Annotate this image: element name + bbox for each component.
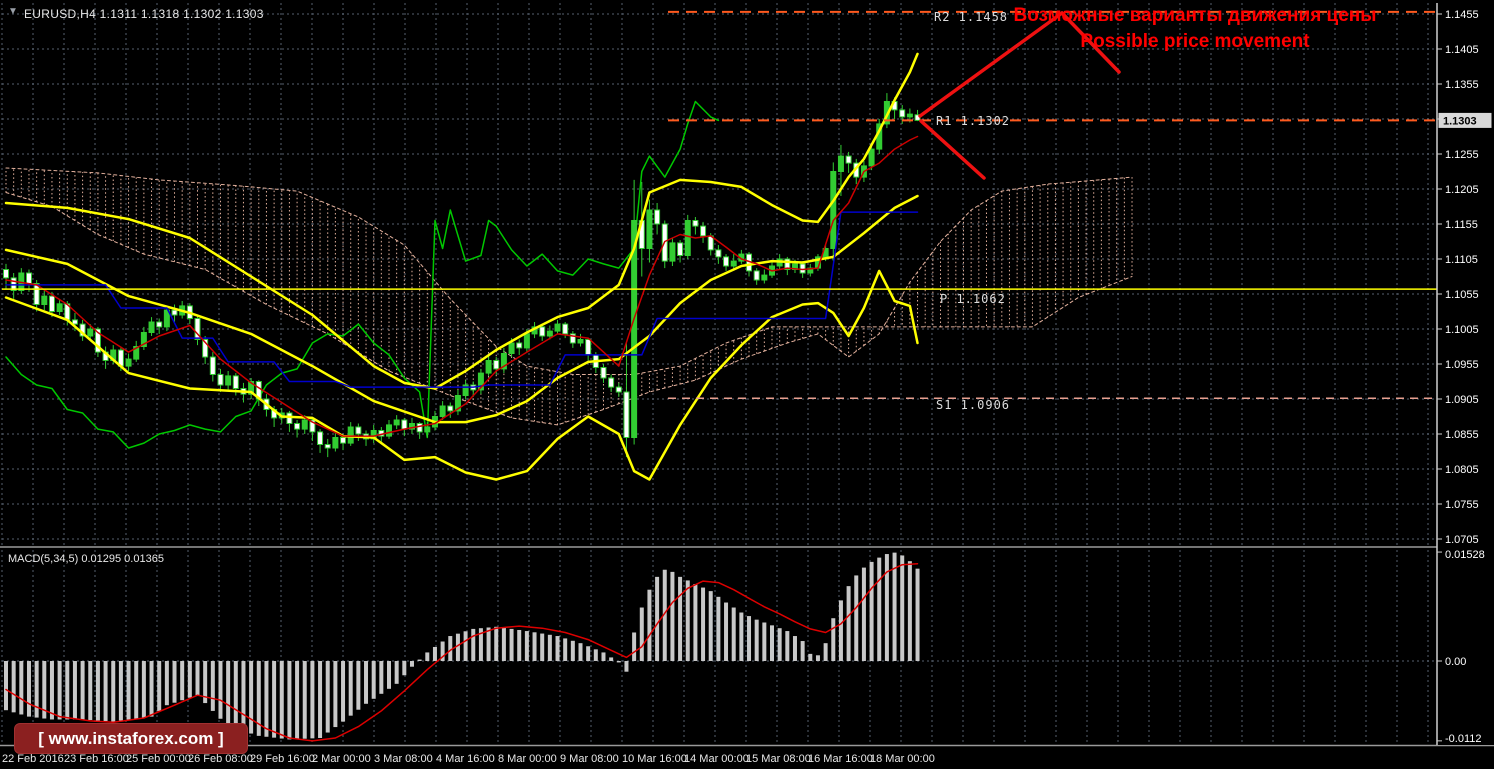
svg-text:1.0705: 1.0705	[1445, 534, 1479, 546]
svg-text:15 Mar 08:00: 15 Mar 08:00	[746, 753, 811, 765]
price-chart-canvas[interactable]: 1.1455 1.1405 1.1355 1.1255 1.1205 1.1155 1.11…	[0, 0, 1494, 769]
svg-text:1.0805: 1.0805	[1445, 464, 1479, 476]
svg-text:14 Mar 00:00: 14 Mar 00:00	[684, 753, 749, 765]
mt4-chart-window: 1.1455 1.1405 1.1355 1.1255 1.1205 1.1155 1.11…	[0, 0, 1494, 769]
pivot-p-label: P 1.1062	[940, 292, 1006, 306]
svg-text:10 Mar 16:00: 10 Mar 16:00	[622, 753, 687, 765]
annotation-russian: Возможные варианты движения цены	[1013, 5, 1377, 26]
pivot-r1-label: R1 1.1302	[936, 114, 1011, 128]
macd-indicator-label: MACD(5,34,5) 0.01295 0.01365	[8, 553, 164, 565]
svg-text:1.1105: 1.1105	[1445, 254, 1478, 266]
svg-text:1.0905: 1.0905	[1445, 394, 1479, 406]
svg-text:23 Feb 16:00: 23 Feb 16:00	[64, 753, 129, 765]
svg-text:8 Mar 00:00: 8 Mar 00:00	[498, 753, 557, 765]
svg-text:22 Feb 2016: 22 Feb 2016	[2, 753, 64, 765]
svg-text:1.1155: 1.1155	[1445, 219, 1478, 231]
svg-text:1.0955: 1.0955	[1445, 359, 1479, 371]
svg-text:18 Mar 00:00: 18 Mar 00:00	[870, 753, 935, 765]
svg-text:4 Mar 16:00: 4 Mar 16:00	[436, 753, 495, 765]
svg-text:25 Feb 00:00: 25 Feb 00:00	[126, 753, 191, 765]
pivot-r2-label: R2 1.1458	[934, 10, 1009, 24]
svg-text:29 Feb 16:00: 29 Feb 16:00	[250, 753, 315, 765]
svg-text:2 Mar 00:00: 2 Mar 00:00	[312, 753, 371, 765]
svg-text:1.1005: 1.1005	[1445, 324, 1479, 336]
svg-text:26 Feb 08:00: 26 Feb 08:00	[188, 753, 253, 765]
svg-text:1.1055: 1.1055	[1445, 289, 1479, 301]
svg-text:3 Mar 08:00: 3 Mar 08:00	[374, 753, 433, 765]
svg-text:0.00: 0.00	[1445, 656, 1466, 668]
svg-text:9 Mar 08:00: 9 Mar 08:00	[560, 753, 619, 765]
svg-text:1.1255: 1.1255	[1445, 149, 1479, 161]
svg-text:1.0855: 1.0855	[1445, 429, 1479, 441]
annotation-english: Possible price movement	[1080, 31, 1310, 52]
symbol-title: EURUSD,H4 1.1311 1.1318 1.1302 1.1303	[24, 7, 264, 21]
time-axis-labels: 22 Feb 2016 23 Feb 16:0025 Feb 00:0026 Fe…	[2, 753, 935, 765]
svg-text:1.1205: 1.1205	[1445, 184, 1479, 196]
svg-text:-0.0112: -0.0112	[1445, 733, 1482, 745]
svg-text:0.01528: 0.01528	[1445, 549, 1485, 561]
chevron-down-icon[interactable]: ▼	[8, 6, 18, 17]
svg-text:1.1455: 1.1455	[1445, 9, 1479, 21]
instaforex-watermark: [ www.instaforex.com ]	[14, 723, 248, 754]
current-price-tag: 1.1303	[1443, 115, 1477, 127]
svg-text:1.1405: 1.1405	[1445, 44, 1479, 56]
svg-text:1.1355: 1.1355	[1445, 79, 1479, 91]
svg-text:1.0755: 1.0755	[1445, 499, 1479, 511]
svg-text:16 Mar 16:00: 16 Mar 16:00	[808, 753, 873, 765]
pivot-s1-label: S1 1.0906	[936, 398, 1011, 412]
